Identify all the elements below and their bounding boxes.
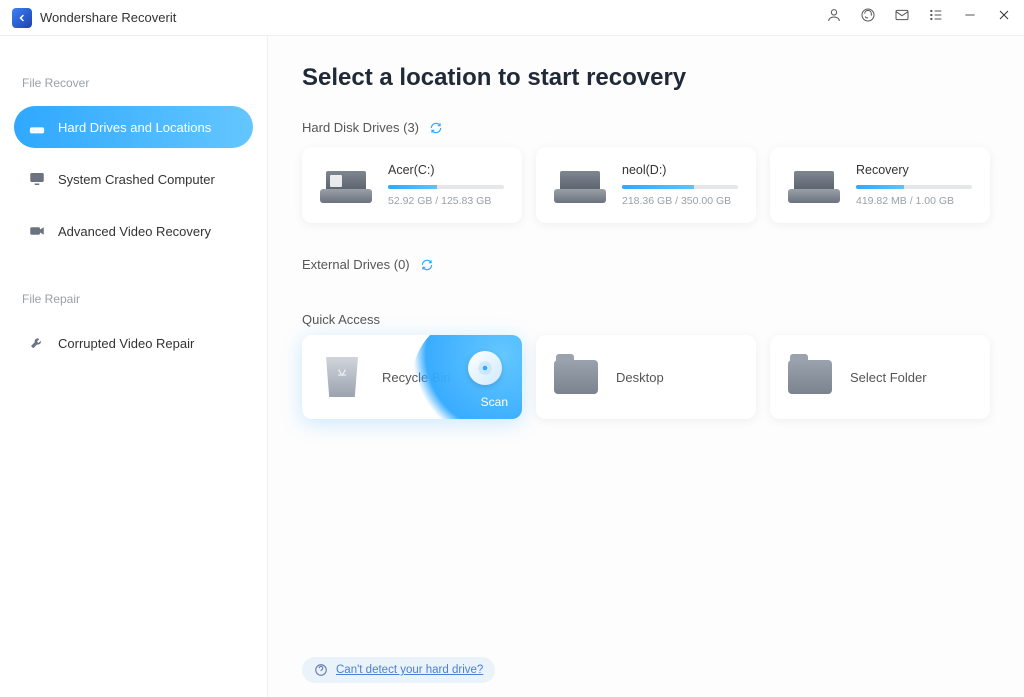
usage-bar: [388, 185, 504, 189]
drive-card[interactable]: Acer(C:) 52.92 GB / 125.83 GB: [302, 147, 522, 223]
hard-drive-icon: [788, 167, 840, 203]
external-section-header: External Drives (0): [302, 257, 410, 272]
drive-icon: [28, 118, 46, 136]
sidebar-item-label: Corrupted Video Repair: [58, 336, 194, 351]
sidebar-item-video[interactable]: Advanced Video Recovery: [14, 210, 253, 252]
refresh-icon[interactable]: [429, 121, 443, 135]
sidebar-item-label: Advanced Video Recovery: [58, 224, 211, 239]
main-content: Select a location to start recovery Hard…: [268, 36, 1024, 697]
hdd-section-header: Hard Disk Drives (3): [302, 120, 419, 135]
help-detect-link[interactable]: Can't detect your hard drive?: [302, 657, 495, 683]
close-icon[interactable]: [996, 7, 1012, 28]
user-icon[interactable]: [826, 7, 842, 28]
sidebar-item-label: Hard Drives and Locations: [58, 120, 211, 135]
hard-drive-icon: [554, 167, 606, 203]
drive-card[interactable]: neol(D:) 218.36 GB / 350.00 GB: [536, 147, 756, 223]
sidebar-item-label: System Crashed Computer: [58, 172, 215, 187]
sidebar-item-repair[interactable]: Corrupted Video Repair: [14, 322, 253, 364]
quick-select-folder[interactable]: Select Folder: [770, 335, 990, 419]
recycle-bin-icon: [320, 357, 364, 397]
sidebar-item-drives[interactable]: Hard Drives and Locations: [14, 106, 253, 148]
quick-label: Select Folder: [850, 370, 927, 385]
drive-card[interactable]: Recovery 419.82 MB / 1.00 GB: [770, 147, 990, 223]
help-link-text: Can't detect your hard drive?: [336, 664, 483, 676]
mail-icon[interactable]: [894, 7, 910, 28]
refresh-icon[interactable]: [420, 258, 434, 272]
app-title: Wondershare Recoverit: [40, 10, 176, 25]
quick-recycle-bin[interactable]: Recycle Bin Scan: [302, 335, 522, 419]
sidebar-section-repair: File Repair: [22, 292, 253, 306]
drive-capacity: 419.82 MB / 1.00 GB: [856, 195, 972, 207]
desktop-folder-icon: [554, 357, 598, 397]
drive-name: neol(D:): [622, 163, 738, 177]
quick-section-header: Quick Access: [302, 312, 380, 327]
scan-label: Scan: [481, 395, 508, 409]
drive-capacity: 52.92 GB / 125.83 GB: [388, 195, 504, 207]
sidebar-section-recover: File Recover: [22, 76, 253, 90]
quick-desktop[interactable]: Desktop: [536, 335, 756, 419]
wrench-icon: [28, 334, 46, 352]
camera-icon: [28, 222, 46, 240]
drive-name: Recovery: [856, 163, 972, 177]
drive-capacity: 218.36 GB / 350.00 GB: [622, 195, 738, 207]
folder-icon: [788, 357, 832, 397]
minimize-icon[interactable]: [962, 7, 978, 28]
monitor-icon: [28, 170, 46, 188]
hard-drive-icon: [320, 167, 372, 203]
quick-label: Desktop: [616, 370, 664, 385]
scan-disc-icon: [468, 351, 502, 385]
support-icon[interactable]: [860, 7, 876, 28]
titlebar: Wondershare Recoverit: [0, 0, 1024, 36]
sidebar-item-crashed[interactable]: System Crashed Computer: [14, 158, 253, 200]
page-title: Select a location to start recovery: [302, 64, 990, 92]
app-logo-icon: [12, 8, 32, 28]
list-icon[interactable]: [928, 7, 944, 28]
usage-bar: [856, 185, 972, 189]
usage-bar: [622, 185, 738, 189]
help-icon: [314, 663, 328, 677]
drive-name: Acer(C:): [388, 163, 504, 177]
sidebar: File Recover Hard Drives and Locations S…: [0, 36, 268, 697]
